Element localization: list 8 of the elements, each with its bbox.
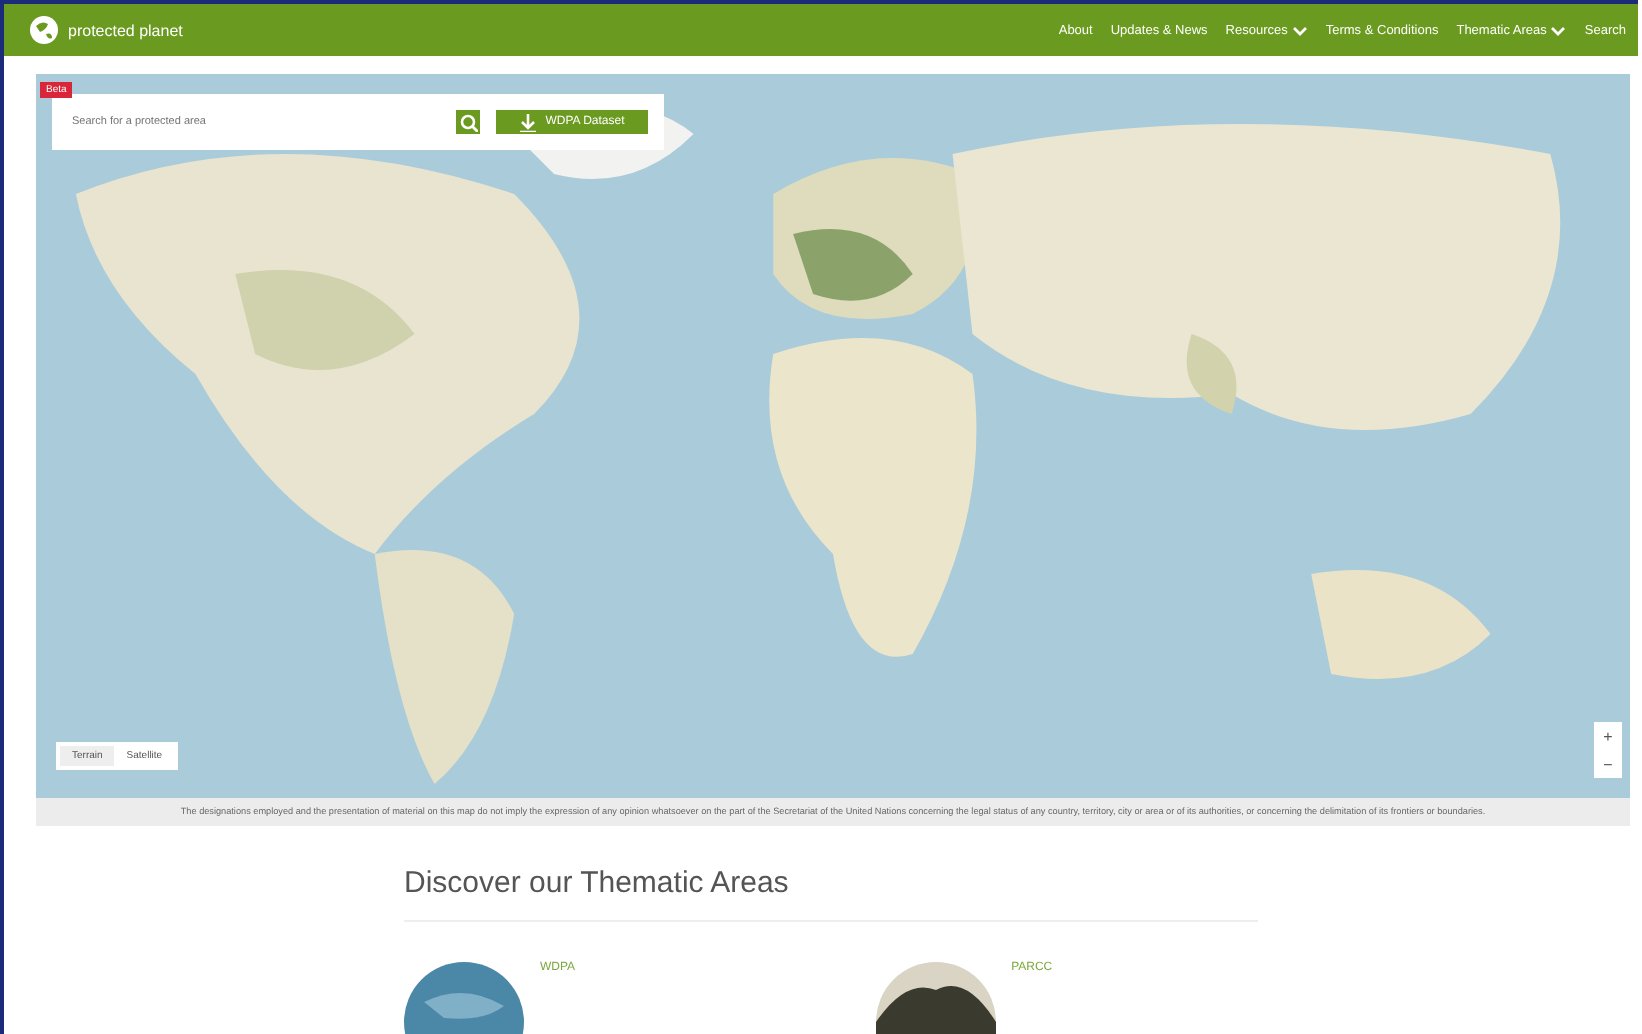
caret-icon xyxy=(1291,23,1308,37)
caret-icon xyxy=(1550,23,1567,37)
site-logo[interactable]: protected planet xyxy=(68,21,183,39)
search-icon xyxy=(459,113,477,131)
section-heading: Discover our Thematic Areas xyxy=(404,866,1258,922)
download-icon xyxy=(519,113,538,131)
globe-icon xyxy=(28,14,60,46)
search-button[interactable] xyxy=(456,110,480,134)
